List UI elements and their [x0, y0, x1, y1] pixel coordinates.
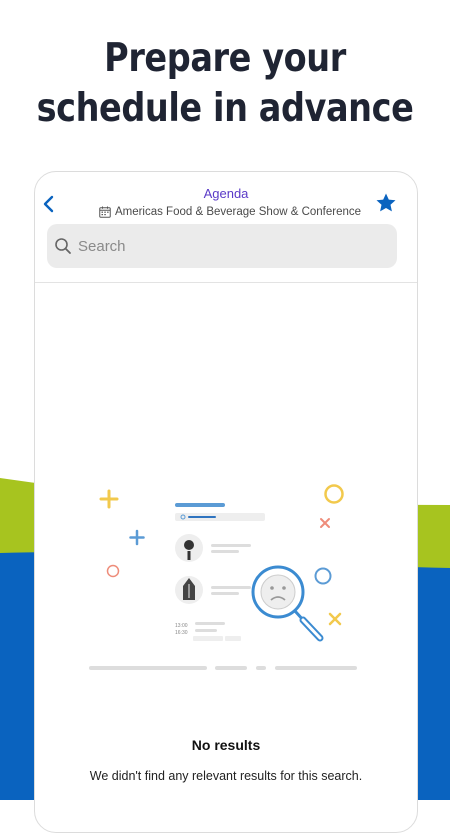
circle-shape [314, 567, 332, 585]
header-divider [35, 282, 417, 283]
page-title: Agenda [203, 186, 249, 201]
magnifier-icon [251, 565, 324, 642]
plus-icon [320, 518, 330, 528]
calendar-icon [99, 206, 111, 218]
svg-text:16:30: 16:30 [175, 630, 188, 636]
svg-text:13:00: 13:00 [175, 623, 188, 629]
search-bar[interactable] [47, 224, 397, 268]
search-icon [55, 238, 71, 254]
plus-icon [129, 529, 145, 546]
empty-state-description: We didn't find any relevant results for … [89, 769, 363, 783]
star-icon [376, 193, 396, 212]
circle-shape [324, 484, 344, 504]
favorite-button[interactable] [374, 191, 398, 215]
empty-state-illustration: 13:00 16:30 [89, 484, 357, 670]
building-icon [175, 576, 203, 604]
circle-shape [106, 564, 120, 578]
event-name: Americas Food & Beverage Show & Conferen… [114, 206, 362, 218]
headline: Prepare your schedule in advance [36, 36, 414, 131]
avatar [175, 534, 203, 562]
event-subtitle: Americas Food & Beverage Show & Conferen… [85, 203, 375, 221]
phone-screen: Agenda Americas Food & Beverage Show & C… [34, 171, 418, 833]
search-input[interactable] [78, 237, 378, 255]
plus-icon [328, 612, 342, 626]
plus-icon [99, 489, 119, 509]
empty-state-title: No results [191, 737, 261, 753]
top-bar: Agenda Americas Food & Beverage Show & C… [35, 172, 417, 282]
